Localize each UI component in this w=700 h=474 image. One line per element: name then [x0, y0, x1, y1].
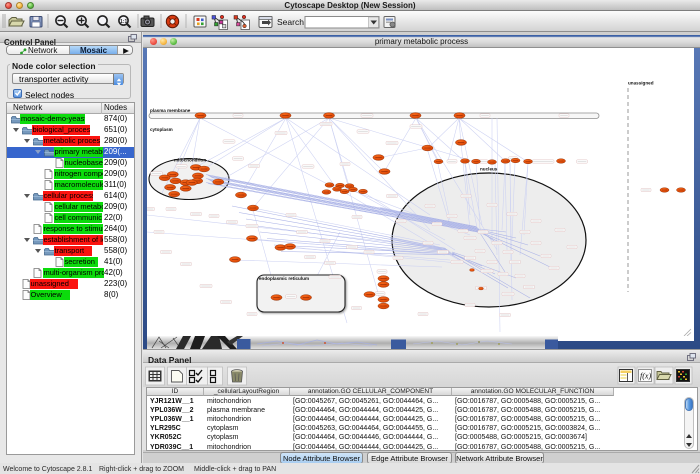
- svg-text:f(x): f(x): [640, 372, 651, 381]
- svg-text:endoplasmic reticulum: endoplasmic reticulum: [259, 276, 309, 281]
- svg-text:cytoplasm: cytoplasm: [150, 127, 173, 132]
- svg-text:nucleus: nucleus: [480, 167, 498, 172]
- svg-text:Search:: Search:: [277, 17, 306, 27]
- svg-text:1:1: 1:1: [120, 19, 127, 25]
- svg-text:plasma membrane: plasma membrane: [150, 108, 191, 113]
- svg-text:unassigned: unassigned: [628, 81, 654, 86]
- svg-text:mitochondrion: mitochondrion: [174, 158, 206, 163]
